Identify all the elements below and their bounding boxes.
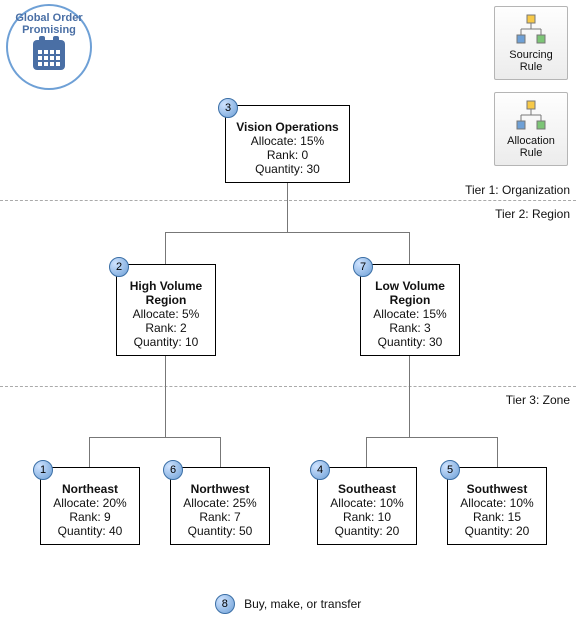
node-rank: Rank: 7 [179, 510, 261, 524]
tier1-divider [0, 200, 576, 201]
tier2-label: Tier 2: Region [495, 207, 570, 221]
node-allocate: Allocate: 5% [125, 307, 207, 321]
sourcing-label-line1: Sourcing [495, 49, 567, 61]
tier1-label: Tier 1: Organization [465, 183, 570, 197]
hierarchy-icon [495, 11, 567, 49]
node-rank: Rank: 2 [125, 321, 207, 335]
node-allocate: Allocate: 15% [369, 307, 451, 321]
node-quantity: Quantity: 20 [326, 524, 408, 538]
node-title-line1: Low Volume [369, 279, 451, 293]
node-title-line1: High Volume [125, 279, 207, 293]
node-quantity: Quantity: 40 [49, 524, 131, 538]
node-badge: 2 [109, 257, 129, 277]
connector [287, 180, 288, 232]
node-title-line2: Region [125, 293, 207, 307]
node-title: Southwest [456, 482, 538, 496]
node-title: Northwest [179, 482, 261, 496]
node-quantity: Quantity: 20 [456, 524, 538, 538]
node-allocate: Allocate: 10% [326, 496, 408, 510]
connector [165, 232, 166, 265]
node-vision-operations: 3 Vision Operations Allocate: 15% Rank: … [225, 105, 350, 183]
node-badge: 4 [310, 460, 330, 480]
node-allocate: Allocate: 15% [234, 134, 341, 148]
node-badge: 3 [218, 98, 238, 118]
node-northeast: 1 Northeast Allocate: 20% Rank: 9 Quanti… [40, 467, 140, 545]
node-allocate: Allocate: 10% [456, 496, 538, 510]
sourcing-rule-button[interactable]: Sourcing Rule [494, 6, 568, 80]
sourcing-label-line2: Rule [495, 61, 567, 73]
allocation-label-line2: Rule [495, 147, 567, 159]
calendar-icon-wrap [8, 40, 90, 70]
connector [366, 437, 367, 468]
node-badge: 7 [353, 257, 373, 277]
node-badge: 6 [163, 460, 183, 480]
node-allocate: Allocate: 25% [179, 496, 261, 510]
node-rank: Rank: 15 [456, 510, 538, 524]
node-high-volume-region: 2 High Volume Region Allocate: 5% Rank: … [116, 264, 216, 356]
connector [89, 437, 220, 438]
tier2-divider [0, 386, 576, 387]
node-low-volume-region: 7 Low Volume Region Allocate: 15% Rank: … [360, 264, 460, 356]
global-order-promising-badge: Global Order Promising [6, 4, 92, 90]
legend-text: Buy, make, or transfer [244, 597, 361, 611]
tier3-label: Tier 3: Zone [506, 393, 570, 407]
connector [165, 232, 409, 233]
connector [409, 352, 410, 437]
connector [409, 232, 410, 265]
node-quantity: Quantity: 50 [179, 524, 261, 538]
gop-label-line1: Global Order [8, 12, 90, 24]
node-northwest: 6 Northwest Allocate: 25% Rank: 7 Quanti… [170, 467, 270, 545]
legend: 8 Buy, make, or transfer [0, 594, 576, 614]
connector [497, 437, 498, 468]
node-title: Northeast [49, 482, 131, 496]
hierarchy-icon [495, 97, 567, 135]
node-rank: Rank: 9 [49, 510, 131, 524]
allocation-rule-button[interactable]: Allocation Rule [494, 92, 568, 166]
node-badge: 5 [440, 460, 460, 480]
connector [165, 352, 166, 437]
connector [89, 437, 90, 468]
connector [366, 437, 497, 438]
node-allocate: Allocate: 20% [49, 496, 131, 510]
node-title: Southeast [326, 482, 408, 496]
gop-label-line2: Promising [8, 24, 90, 36]
connector [220, 437, 221, 468]
legend-badge: 8 [215, 594, 235, 614]
node-rank: Rank: 10 [326, 510, 408, 524]
node-quantity: Quantity: 30 [369, 335, 451, 349]
node-title-line2: Region [369, 293, 451, 307]
node-southeast: 4 Southeast Allocate: 10% Rank: 10 Quant… [317, 467, 417, 545]
node-title: Vision Operations [234, 120, 341, 134]
node-quantity: Quantity: 30 [234, 162, 341, 176]
node-quantity: Quantity: 10 [125, 335, 207, 349]
node-rank: Rank: 0 [234, 148, 341, 162]
node-badge: 1 [33, 460, 53, 480]
allocation-label-line1: Allocation [495, 135, 567, 147]
calendar-icon [33, 40, 65, 70]
node-southwest: 5 Southwest Allocate: 10% Rank: 15 Quant… [447, 467, 547, 545]
node-rank: Rank: 3 [369, 321, 451, 335]
